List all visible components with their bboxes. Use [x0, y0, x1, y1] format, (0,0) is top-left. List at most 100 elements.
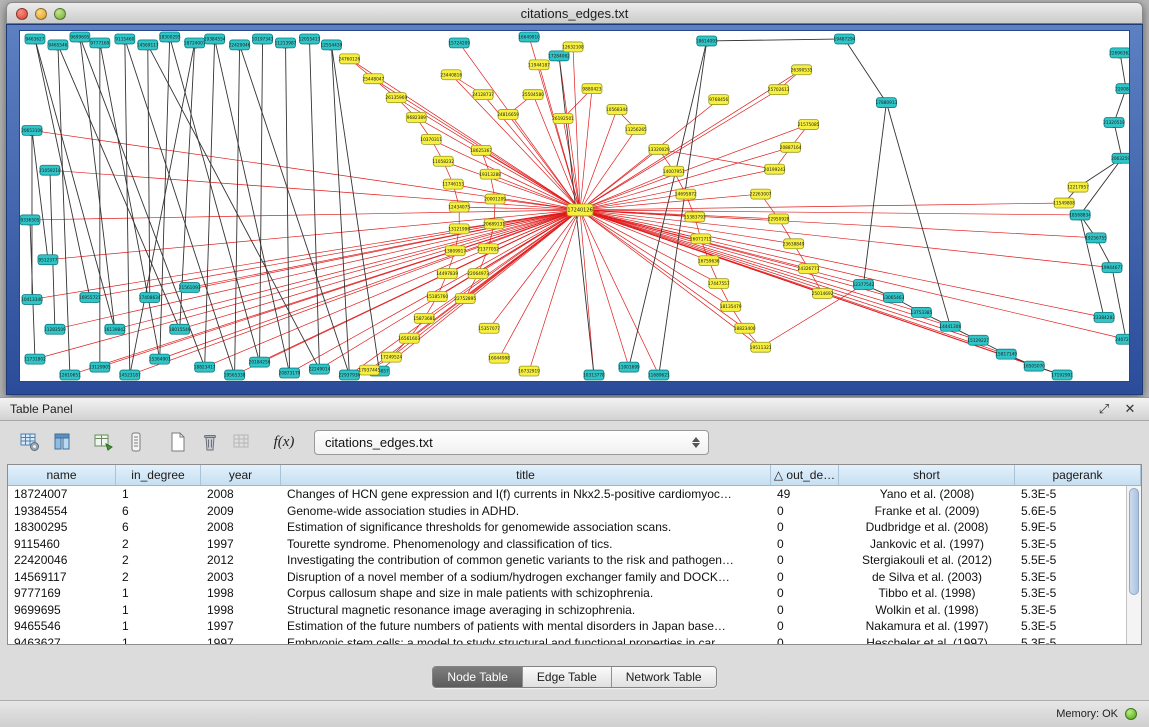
network-node[interactable]: 16561603 [398, 333, 420, 343]
network-node[interactable]: 19313288 [479, 169, 501, 179]
network-node[interactable]: 13320029 [648, 144, 670, 154]
network-node[interactable]: 18625367 [470, 145, 492, 155]
column-header-pagerank[interactable]: pagerank [1015, 465, 1141, 485]
network-node[interactable]: 22008441 [1115, 84, 1129, 94]
network-node[interactable]: 20873179 [279, 368, 301, 378]
network-node[interactable]: 24760126 [339, 54, 361, 64]
network-node[interactable]: 19565338 [224, 370, 246, 380]
network-node[interactable]: 17240126 [567, 204, 593, 216]
close-button[interactable] [16, 8, 28, 20]
network-node[interactable]: 12554439 [321, 40, 343, 50]
network-node[interactable]: 20199243 [764, 164, 786, 174]
network-node[interactable]: 22950928 [768, 214, 790, 224]
network-node[interactable]: 10413340 [21, 294, 43, 304]
table-settings-button[interactable] [16, 428, 44, 456]
network-node[interactable]: 14441306 [939, 321, 961, 331]
network-node[interactable]: 19944677 [1101, 263, 1123, 273]
network-node[interactable]: 22937936 [339, 370, 361, 380]
network-node[interactable]: 23440816 [440, 70, 462, 80]
network-canvas[interactable]: 9463627946554696996959777169911546014569… [19, 30, 1130, 382]
network-node[interactable]: 11549808 [1053, 198, 1075, 208]
network-node[interactable]: 16955721 [79, 293, 101, 303]
table-row[interactable]: 1938455462009Genome-wide association stu… [8, 503, 1126, 520]
new-document-button[interactable] [164, 428, 192, 456]
network-node[interactable]: 18135479 [720, 301, 742, 311]
network-node[interactable]: 9512377 [38, 255, 58, 265]
minimize-button[interactable] [35, 8, 47, 20]
network-node[interactable]: 13129905 [89, 362, 111, 372]
network-node[interactable]: 15724209 [448, 38, 470, 48]
network-node[interactable]: 20689131 [483, 219, 505, 229]
network-node[interactable]: 15357077 [478, 323, 500, 333]
network-node[interactable]: 12434075 [448, 202, 470, 212]
network-node[interactable]: 11001699 [618, 362, 640, 372]
show-columns-button[interactable] [48, 428, 76, 456]
network-node[interactable]: 14497839 [436, 269, 458, 279]
edit-table-button[interactable] [90, 428, 118, 456]
row-height-button[interactable] [122, 428, 150, 456]
network-node[interactable]: 18015549 [169, 324, 191, 334]
network-node[interactable]: 19256755 [1085, 233, 1107, 243]
table-row[interactable]: 946362711997Embryonic stem cells: a mode… [8, 635, 1126, 645]
column-header-title[interactable]: title [281, 465, 771, 485]
scrollbar-thumb[interactable] [1129, 488, 1139, 595]
network-node[interactable]: 19487294 [834, 34, 856, 44]
network-node[interactable]: 23638849 [783, 239, 805, 249]
network-node[interactable]: 12055413 [299, 34, 321, 44]
function-builder-button[interactable]: f(x) [270, 428, 298, 456]
network-node[interactable]: 22263007 [750, 189, 772, 199]
network-node[interactable]: 18568834 [1069, 210, 1091, 220]
network-node[interactable]: 11213987 [275, 38, 297, 48]
network-node[interactable]: 11256265 [625, 124, 647, 134]
network-node[interactable]: 14569117 [137, 40, 159, 50]
table-row[interactable]: 1456911722003Disruption of a novel membe… [8, 569, 1126, 586]
network-node[interactable]: 12217957 [1067, 182, 1089, 192]
delete-table-button[interactable] [196, 428, 224, 456]
network-node[interactable]: 10370311 [420, 134, 442, 144]
network-node[interactable]: 14695872 [675, 189, 697, 199]
network-node[interactable]: 18823417 [194, 362, 216, 372]
network-node[interactable]: 15817149 [995, 349, 1017, 359]
network-node[interactable]: 11731802 [24, 354, 46, 364]
network-graph[interactable]: 9463627946554696996959777169911546014569… [20, 31, 1129, 381]
network-node[interactable]: 22696362 [1109, 48, 1129, 58]
network-node[interactable]: 13121996 [448, 224, 470, 234]
network-node[interactable]: 16649910 [518, 32, 540, 42]
network-node[interactable]: 19384554 [204, 34, 226, 44]
network-node[interactable]: 15129227 [967, 335, 989, 345]
network-node[interactable]: 13809917 [444, 246, 466, 256]
tab-edge-table[interactable]: Edge Table [523, 667, 612, 687]
table-row[interactable]: 911546021997Tourette syndrome. Phenomeno… [8, 536, 1126, 553]
network-node[interactable]: 16139842 [104, 324, 126, 334]
table-row[interactable]: 977716911998Corpus callosum shape and si… [8, 585, 1126, 602]
network-node[interactable]: 17192991 [1051, 370, 1073, 380]
network-node[interactable]: 24816659 [497, 110, 519, 120]
network-node[interactable]: 25504580 [522, 90, 544, 100]
table-selector-dropdown[interactable]: citations_edges.txt [314, 430, 709, 455]
column-header-short[interactable]: short [839, 465, 1015, 485]
network-node[interactable]: 9768456 [709, 95, 729, 105]
window-titlebar[interactable]: citations_edges.txt [6, 2, 1143, 24]
network-node[interactable]: 12377542 [853, 280, 875, 290]
network-node[interactable]: 21561093 [179, 283, 201, 293]
table-row[interactable]: 2242004622012Investigating the contribut… [8, 552, 1126, 569]
network-node[interactable]: 24128737 [472, 90, 494, 100]
network-node[interactable]: 22420046 [229, 40, 251, 50]
network-node[interactable]: 15383793 [684, 212, 706, 222]
network-node[interactable]: 16505070 [1023, 361, 1045, 371]
zoom-button[interactable] [54, 8, 66, 20]
network-node[interactable]: 9465546 [48, 40, 68, 50]
network-node[interactable]: 18614093 [696, 36, 718, 46]
close-panel-icon[interactable]: ✕ [1121, 401, 1139, 417]
network-node[interactable]: 20001209 [484, 194, 506, 204]
network-node[interactable]: 9682389 [406, 113, 426, 123]
column-header-year[interactable]: year [201, 465, 281, 485]
network-node[interactable]: 19511321 [750, 342, 772, 352]
network-node[interactable]: 22064973 [467, 269, 489, 279]
network-node[interactable]: 24072205 [1115, 334, 1129, 344]
column-header-name[interactable]: name [8, 465, 116, 485]
network-node[interactable]: 23384283 [1093, 312, 1115, 322]
network-node[interactable]: 18724007 [184, 38, 206, 48]
network-node[interactable]: 21377052 [477, 244, 499, 254]
network-node[interactable]: 21059218 [39, 165, 61, 175]
